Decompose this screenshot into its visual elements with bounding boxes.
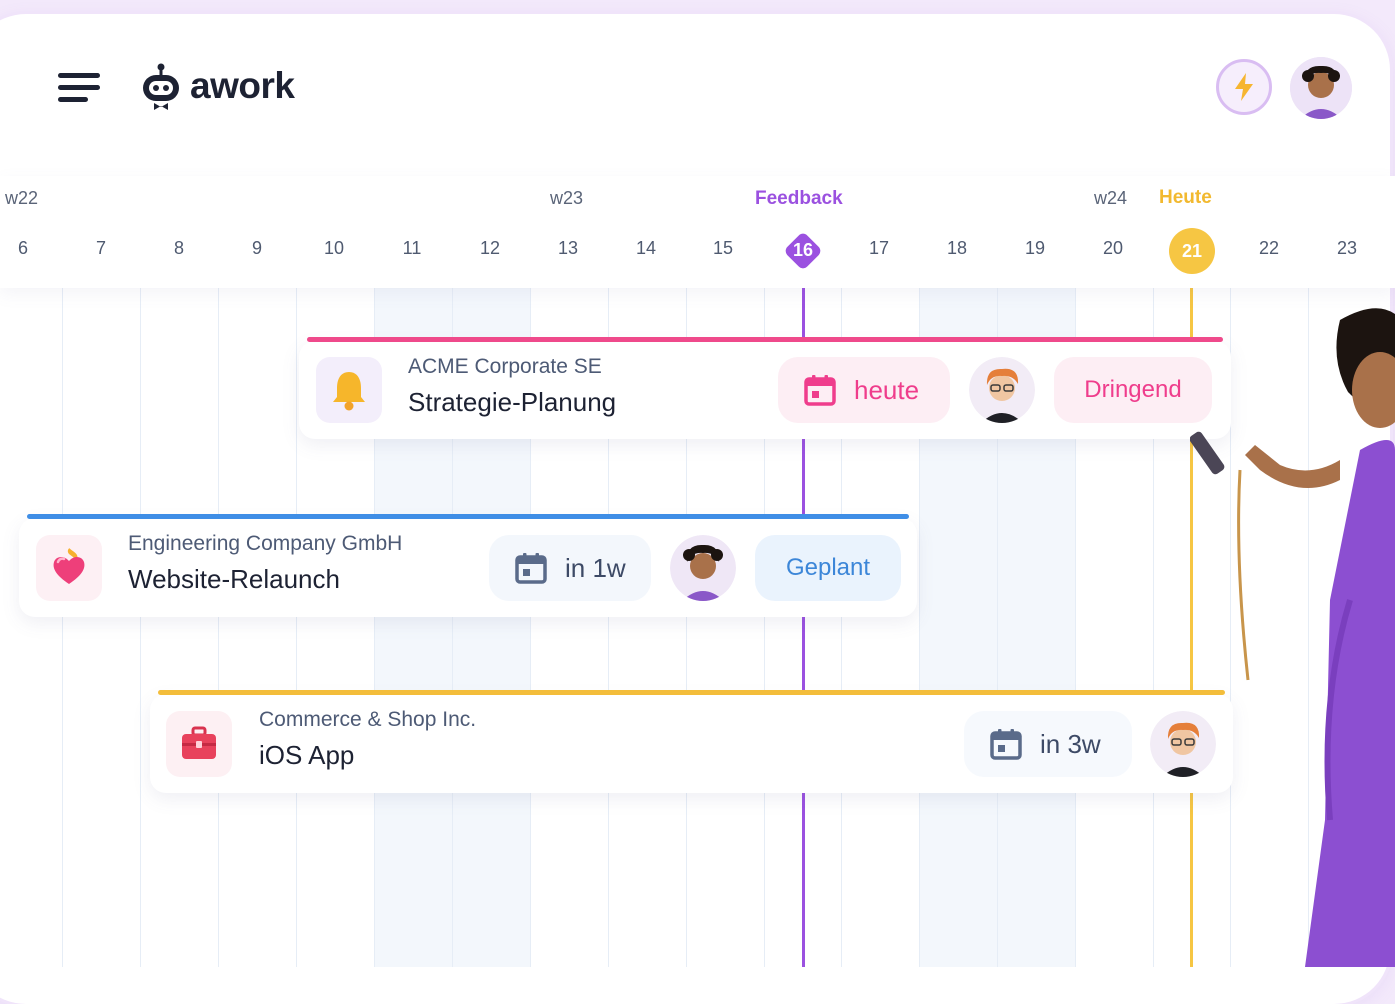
due-date-label: in 3w: [1040, 728, 1101, 759]
assignee-avatar[interactable]: [670, 535, 736, 601]
due-date-chip[interactable]: heute: [778, 357, 950, 423]
day-label: 10: [323, 238, 345, 258]
day-label: 6: [17, 238, 28, 258]
day-label: 14: [635, 238, 657, 258]
toolbox-icon: [166, 711, 232, 777]
due-date-chip[interactable]: in 3w: [964, 711, 1132, 777]
task-progress-bar: [27, 514, 909, 519]
calendar-icon: [804, 375, 836, 406]
top-bar: awork: [0, 0, 1395, 160]
task-card[interactable]: Engineering Company GmbH Website-Relaunc…: [19, 514, 917, 617]
task-title: Strategie-Planung: [408, 387, 617, 417]
status-badge[interactable]: Geplant: [755, 535, 901, 601]
task-title: Website-Relaunch: [128, 564, 340, 594]
task-company: Engineering Company GmbH: [128, 532, 403, 555]
day-label: 19: [1024, 238, 1046, 258]
day-label: 15: [712, 238, 734, 258]
activity-button[interactable]: [1216, 59, 1272, 115]
week-label: w24: [1094, 188, 1128, 208]
status-badge[interactable]: Dringend: [1054, 357, 1212, 423]
today-day-marker[interactable]: 21: [1169, 228, 1215, 274]
task-company: Commerce & Shop Inc.: [259, 708, 477, 731]
task-card[interactable]: ACME Corporate SE Strategie-Planung heut…: [299, 337, 1231, 439]
menu-icon[interactable]: [58, 73, 100, 103]
feedback-marker-label: Feedback: [755, 188, 843, 209]
week-label: w23: [550, 188, 584, 208]
task-card[interactable]: Commerce & Shop Inc. iOS App in 3w: [150, 690, 1233, 793]
task-progress-bar: [158, 690, 1225, 695]
day-label: 20: [1102, 238, 1124, 258]
task-progress-bar: [307, 337, 1223, 342]
day-label: 13: [557, 238, 579, 258]
calendar-icon: [515, 553, 547, 584]
day-label: 18: [946, 238, 968, 258]
day-label: 23: [1336, 238, 1358, 258]
day-label: 22: [1258, 238, 1280, 258]
day-label: 9: [251, 238, 262, 258]
today-marker-label: Heute: [1159, 187, 1212, 208]
person-illustration: [1190, 308, 1395, 967]
day-label: 21: [1181, 241, 1203, 261]
day-label: 7: [95, 238, 106, 258]
day-label: 8: [173, 238, 184, 258]
due-date-chip[interactable]: in 1w: [489, 535, 651, 601]
day-label: 16: [792, 240, 814, 260]
due-date-label: in 1w: [565, 552, 626, 583]
feedback-day-marker[interactable]: 16: [783, 231, 823, 271]
week-label: w22: [5, 188, 39, 208]
task-company: ACME Corporate SE: [408, 355, 602, 378]
day-label: 12: [479, 238, 501, 258]
heart-icon: [36, 535, 102, 601]
day-label: 17: [868, 238, 890, 258]
calendar-icon: [990, 729, 1022, 760]
robot-logo-icon: [143, 63, 179, 110]
lightning-icon: [1235, 73, 1253, 101]
day-label: 11: [402, 238, 422, 258]
app-name: awork: [190, 65, 295, 106]
task-title: iOS App: [259, 740, 355, 770]
due-date-label: heute: [854, 374, 920, 405]
assignee-avatar[interactable]: [969, 357, 1035, 423]
user-avatar[interactable]: [1290, 57, 1352, 119]
awork-logo[interactable]: awork: [140, 60, 295, 112]
bell-icon: [316, 357, 382, 423]
